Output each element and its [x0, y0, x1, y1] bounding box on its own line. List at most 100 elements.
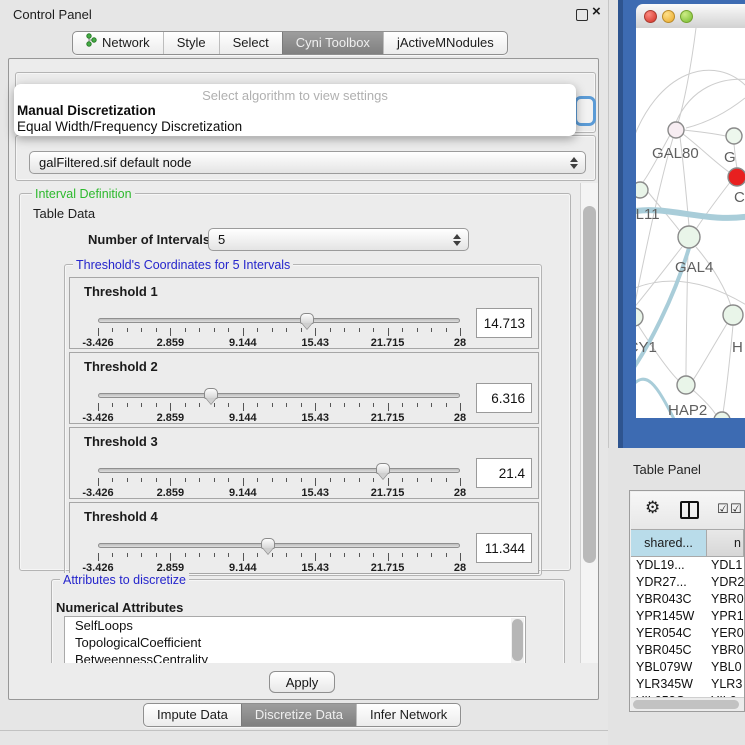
tab-label: Infer Network	[370, 704, 447, 726]
table-cell[interactable]: YBR0	[707, 642, 744, 659]
table-row[interactable]: YPR145WYPR1	[631, 608, 744, 625]
attribute-list-item[interactable]: SelfLoops	[65, 617, 525, 634]
tab-label: Discretize Data	[255, 704, 343, 726]
network-node-g[interactable]	[726, 128, 742, 144]
tab-infer-network[interactable]: Infer Network	[356, 704, 460, 726]
bottom-divider	[0, 730, 608, 731]
table-cell[interactable]: YLR3	[707, 676, 744, 693]
threshold-slider-track[interactable]	[98, 393, 460, 398]
table-row[interactable]: YLR345WYLR3	[631, 676, 744, 693]
table-row[interactable]: YBL079WYBL0	[631, 659, 744, 676]
table-cell[interactable]: YBL0	[707, 659, 744, 676]
tab-style[interactable]: Style	[163, 32, 219, 54]
split-column-icon[interactable]	[680, 501, 699, 519]
apply-button[interactable]: Apply	[269, 671, 335, 693]
mac-close-icon[interactable]	[644, 10, 657, 23]
table-cell[interactable]: YBR0	[707, 591, 744, 608]
table-cell[interactable]: YDL1	[707, 557, 744, 574]
tick-mark	[402, 553, 403, 557]
table-cell[interactable]: YPR1	[707, 608, 744, 625]
mac-minimize-icon[interactable]	[662, 10, 675, 23]
network-node-hap2[interactable]	[677, 376, 695, 394]
threshold-value-field[interactable]: 6.316	[476, 383, 532, 413]
tab-network[interactable]: Network	[73, 32, 163, 54]
network-edge[interactable]	[686, 98, 745, 128]
tab-cyni-toolbox[interactable]: Cyni Toolbox	[282, 32, 383, 54]
table-row[interactable]: YER054CYER0	[631, 625, 744, 642]
network-canvas[interactable]: GAL80GCGAL11GAL4GCY1HHAP2	[636, 28, 745, 418]
table-row[interactable]: YBR043CYBR0	[631, 591, 744, 608]
network-edge[interactable]	[693, 322, 728, 380]
attribute-list-item[interactable]: TopologicalCoefficient	[65, 634, 525, 651]
tick-mark	[301, 403, 302, 407]
list-scrollbar-thumb[interactable]	[512, 619, 523, 661]
table-row[interactable]: YBR045CYBR0	[631, 642, 744, 659]
threshold-slider-thumb[interactable]	[261, 538, 275, 549]
table-row[interactable]: YDR27...YDR2	[631, 574, 744, 591]
threshold-slider-thumb[interactable]	[376, 463, 390, 474]
settings-scrollbar-thumb[interactable]	[583, 206, 596, 563]
float-window-icon[interactable]	[576, 9, 588, 21]
table-cell[interactable]: YER0	[707, 625, 744, 642]
settings-vertical-scrollbar[interactable]	[580, 183, 598, 663]
tick-mark	[417, 478, 418, 482]
algorithm-combo-focus-ring[interactable]	[574, 96, 596, 126]
mac-zoom-icon[interactable]	[680, 10, 693, 23]
attribute-list-item[interactable]: BetweennessCentrality	[65, 651, 525, 663]
number-of-intervals-combo[interactable]: 5	[208, 228, 469, 251]
table-cell[interactable]: YER054C	[631, 625, 707, 642]
table-cell[interactable]: YDR27...	[631, 574, 707, 591]
network-node-gal80[interactable]	[668, 122, 684, 138]
column-header-0[interactable]: shared...	[631, 529, 707, 557]
network-edge[interactable]	[696, 181, 731, 229]
threshold-slider-track[interactable]	[98, 318, 460, 323]
tab-jactivemnodules[interactable]: jActiveMNodules	[383, 32, 507, 54]
network-node-gal4[interactable]	[678, 226, 700, 248]
threshold-slider-thumb[interactable]	[204, 388, 218, 399]
threshold-value-field[interactable]: 11.344	[476, 533, 532, 563]
tab-discretize-data[interactable]: Discretize Data	[241, 704, 356, 726]
network-node-gcy1[interactable]	[636, 308, 643, 326]
network-edge[interactable]	[678, 28, 696, 123]
table-data-combo[interactable]: galFiltered.sif default node	[29, 151, 586, 174]
threshold-slider-track[interactable]	[98, 543, 460, 548]
network-edge[interactable]	[684, 130, 726, 136]
table-cell[interactable]: YLR345W	[631, 676, 707, 693]
threshold-value-field[interactable]: 21.4	[476, 458, 532, 488]
table-cell[interactable]: YDR2	[707, 574, 744, 591]
threshold-slider-thumb[interactable]	[300, 313, 314, 324]
table-hscrollbar-thumb[interactable]	[633, 700, 739, 709]
tick-mark	[112, 328, 113, 332]
table-cell[interactable]: YPR145W	[631, 608, 707, 625]
threshold-slider-track[interactable]	[98, 468, 460, 473]
close-icon[interactable]: ×	[592, 3, 601, 20]
threshold-value-field[interactable]: 14.713	[476, 308, 532, 338]
gear-icon[interactable]: ⚙	[645, 498, 660, 518]
table-cell[interactable]: YBR045C	[631, 642, 707, 659]
list-scrollbar[interactable]	[511, 618, 524, 663]
checkbox-icon[interactable]: ☑	[717, 501, 729, 517]
tick-mark	[98, 553, 99, 561]
network-window-titlebar[interactable]	[636, 4, 745, 29]
table-cell[interactable]: YBL079W	[631, 659, 707, 676]
tab-impute-data[interactable]: Impute Data	[144, 704, 241, 726]
network-edge[interactable]	[696, 247, 731, 306]
checkbox-icon[interactable]: ☑	[730, 501, 742, 517]
table-row[interactable]: YDL19...YDL1	[631, 557, 744, 574]
network-node[interactable]	[714, 412, 730, 418]
algorithm-option-manual[interactable]: Manual Discretization	[17, 103, 156, 118]
network-edge[interactable]	[676, 79, 745, 122]
network-node-h[interactable]	[723, 305, 743, 325]
tick-mark	[417, 403, 418, 407]
column-header-1[interactable]: n	[707, 529, 744, 557]
tab-select[interactable]: Select	[219, 32, 282, 54]
network-edge[interactable]	[636, 247, 682, 310]
table-horizontal-scrollbar[interactable]	[631, 697, 744, 711]
algorithm-option-equal-width[interactable]: Equal Width/Frequency Discretization	[17, 119, 242, 134]
network-node-c[interactable]	[728, 168, 745, 186]
network-node-gal11[interactable]	[636, 182, 648, 198]
numerical-attributes-list[interactable]: SelfLoopsTopologicalCoefficientBetweenne…	[64, 616, 526, 663]
table-cell[interactable]: YBR043C	[631, 591, 707, 608]
tick-mark	[170, 403, 171, 411]
table-cell[interactable]: YDL19...	[631, 557, 707, 574]
